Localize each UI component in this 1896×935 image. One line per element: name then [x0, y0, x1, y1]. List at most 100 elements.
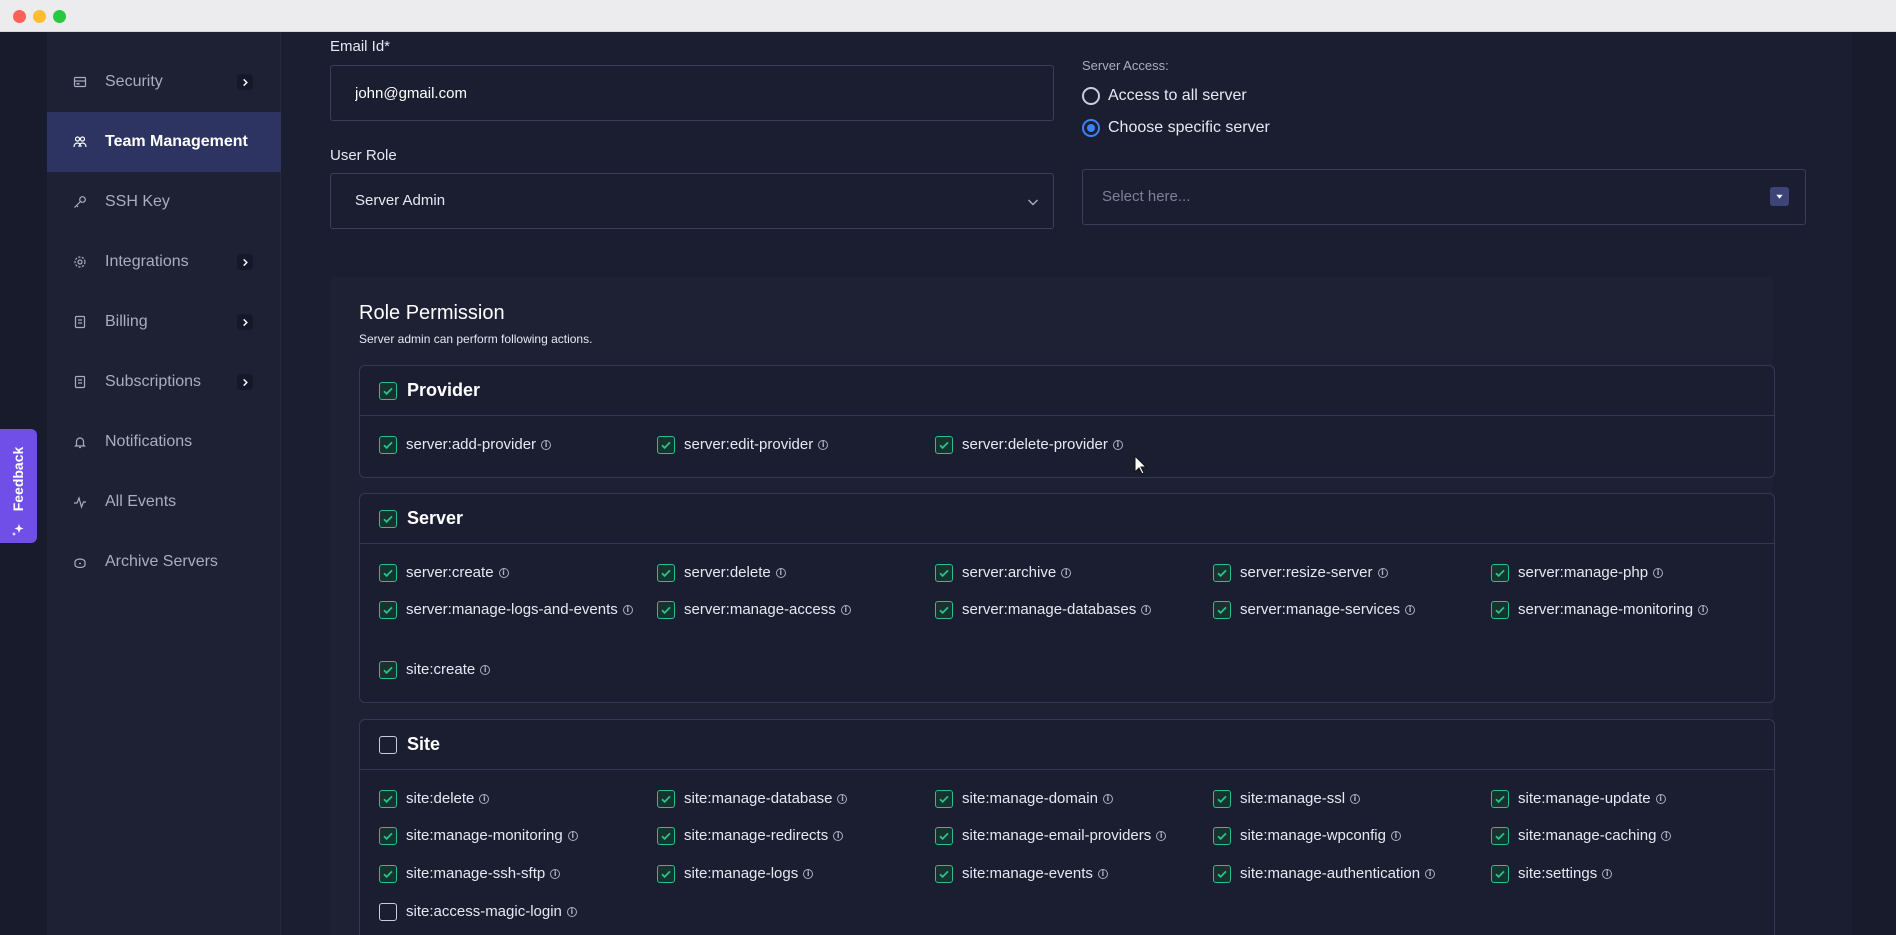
permission-checkbox[interactable] — [935, 865, 953, 883]
email-field[interactable] — [331, 66, 1053, 120]
permission-checkbox[interactable] — [1491, 790, 1509, 808]
info-icon[interactable]: i — [1390, 831, 1401, 842]
permission-checkbox[interactable] — [379, 601, 397, 619]
permission-item[interactable]: server:create i — [379, 563, 509, 583]
permission-item[interactable]: site:settings i — [1491, 864, 1613, 884]
group-checkbox[interactable] — [379, 509, 397, 528]
server-select[interactable]: Select here... — [1082, 169, 1806, 225]
permission-item[interactable]: server:add-provider i — [379, 435, 552, 455]
info-icon[interactable]: i — [1112, 440, 1123, 451]
permission-checkbox[interactable] — [935, 790, 953, 808]
permission-checkbox[interactable] — [935, 827, 953, 845]
sidebar-item-team-management[interactable]: Team Management — [47, 112, 281, 172]
permission-item[interactable]: site:manage-database i — [657, 789, 848, 809]
permission-checkbox[interactable] — [1213, 564, 1231, 582]
permission-checkbox[interactable] — [657, 790, 675, 808]
info-icon[interactable]: i — [567, 831, 578, 842]
permission-item[interactable]: server:delete i — [657, 563, 786, 583]
permission-checkbox[interactable] — [379, 661, 397, 679]
permission-checkbox[interactable] — [657, 601, 675, 619]
permission-checkbox[interactable] — [1213, 601, 1231, 619]
sidebar-item-security[interactable]: Security — [47, 52, 281, 112]
sidebar-item-billing[interactable]: Billing — [47, 292, 281, 352]
permission-item[interactable]: server:archive i — [935, 563, 1072, 583]
info-icon[interactable]: i — [550, 869, 561, 880]
info-icon[interactable]: i — [566, 907, 577, 918]
permission-checkbox[interactable] — [935, 601, 953, 619]
choose-specific-server-radio[interactable]: Choose specific server — [1082, 119, 1270, 137]
permission-item[interactable]: site:manage-authentication i — [1213, 864, 1436, 884]
permission-item[interactable]: site:manage-events i — [935, 864, 1108, 884]
permission-item[interactable]: server:manage-access i — [657, 600, 851, 620]
permission-item[interactable]: site:manage-caching i — [1491, 826, 1672, 846]
permission-item[interactable]: site:access-magic-login i — [379, 902, 577, 922]
permission-item[interactable]: server:manage-logs-and-events i — [379, 600, 651, 620]
info-icon[interactable]: i — [1377, 568, 1388, 579]
permission-checkbox[interactable] — [1491, 601, 1509, 619]
permission-checkbox[interactable] — [657, 564, 675, 582]
sidebar-item-subscriptions[interactable]: Subscriptions — [47, 352, 281, 412]
minimize-window-button[interactable] — [33, 10, 46, 23]
permission-item[interactable]: server:manage-services i — [1213, 600, 1416, 620]
access-all-server-radio[interactable]: Access to all server — [1082, 87, 1247, 105]
permission-checkbox[interactable] — [379, 903, 397, 921]
info-icon[interactable]: i — [1405, 605, 1416, 616]
permission-item[interactable]: site:manage-wpconfig i — [1213, 826, 1401, 846]
permission-item[interactable]: site:manage-monitoring i — [379, 826, 578, 846]
permission-checkbox[interactable] — [1213, 827, 1231, 845]
info-icon[interactable]: i — [1350, 794, 1361, 805]
permission-checkbox[interactable] — [935, 564, 953, 582]
info-icon[interactable]: i — [775, 568, 786, 579]
permission-item[interactable]: server:delete-provider i — [935, 435, 1123, 455]
permission-item[interactable]: site:create i — [379, 660, 491, 680]
user-role-select[interactable]: Server Admin — [330, 173, 1054, 229]
info-icon[interactable]: i — [833, 831, 844, 842]
info-icon[interactable]: i — [840, 605, 851, 616]
permission-item[interactable]: server:manage-monitoring i — [1491, 600, 1709, 620]
permission-checkbox[interactable] — [1213, 865, 1231, 883]
permission-checkbox[interactable] — [657, 827, 675, 845]
info-icon[interactable]: i — [480, 665, 491, 676]
info-icon[interactable]: i — [1661, 831, 1672, 842]
info-icon[interactable]: i — [1602, 869, 1613, 880]
group-checkbox[interactable] — [379, 735, 397, 754]
sidebar-item-ssh-key[interactable]: SSH Key — [47, 172, 281, 232]
info-icon[interactable]: i — [1102, 794, 1113, 805]
info-icon[interactable]: i — [1698, 605, 1709, 616]
permission-checkbox[interactable] — [1491, 827, 1509, 845]
permission-checkbox[interactable] — [379, 827, 397, 845]
info-icon[interactable]: i — [1061, 568, 1072, 579]
maximize-window-button[interactable] — [53, 10, 66, 23]
permission-checkbox[interactable] — [1491, 564, 1509, 582]
permission-item[interactable]: site:manage-logs i — [657, 864, 814, 884]
permission-checkbox[interactable] — [657, 865, 675, 883]
info-icon[interactable]: i — [498, 568, 509, 579]
dropdown-toggle[interactable] — [1770, 187, 1789, 206]
permission-checkbox[interactable] — [379, 865, 397, 883]
info-icon[interactable]: i — [818, 440, 829, 451]
info-icon[interactable]: i — [622, 605, 633, 616]
permission-item[interactable]: site:manage-ssl i — [1213, 789, 1361, 809]
permission-checkbox[interactable] — [379, 564, 397, 582]
permission-checkbox[interactable] — [379, 790, 397, 808]
permission-checkbox[interactable] — [379, 436, 397, 454]
permission-item[interactable]: site:manage-email-providers i — [935, 826, 1167, 846]
sidebar-item-all-events[interactable]: All Events — [47, 472, 281, 532]
feedback-button[interactable]: Feedback — [0, 429, 37, 543]
info-icon[interactable]: i — [479, 794, 490, 805]
permission-checkbox[interactable] — [657, 436, 675, 454]
permission-checkbox[interactable] — [935, 436, 953, 454]
permission-item[interactable]: server:edit-provider i — [657, 435, 829, 455]
permission-item[interactable]: site:manage-domain i — [935, 789, 1113, 809]
permission-checkbox[interactable] — [1213, 790, 1231, 808]
info-icon[interactable]: i — [1156, 831, 1167, 842]
info-icon[interactable]: i — [1425, 869, 1436, 880]
permission-item[interactable]: site:manage-ssh-sftp i — [379, 864, 561, 884]
sidebar-item-archive-servers[interactable]: Archive Servers — [47, 532, 281, 592]
permission-item[interactable]: site:manage-update i — [1491, 789, 1666, 809]
permission-item[interactable]: server:manage-databases i — [935, 600, 1152, 620]
permission-checkbox[interactable] — [1491, 865, 1509, 883]
info-icon[interactable]: i — [837, 794, 848, 805]
group-checkbox[interactable] — [379, 381, 397, 400]
permission-item[interactable]: site:delete i — [379, 789, 490, 809]
